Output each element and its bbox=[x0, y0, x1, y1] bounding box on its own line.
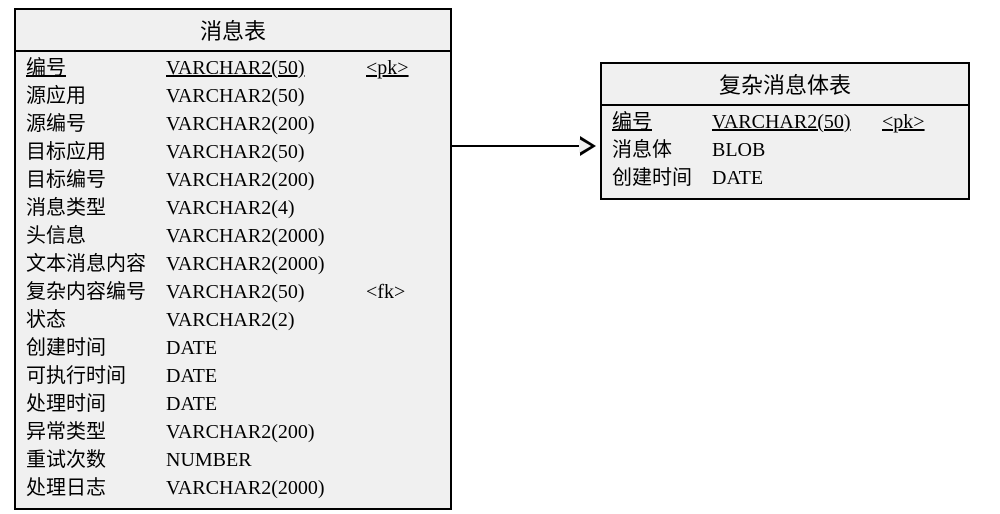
col-name: 编号 bbox=[612, 108, 712, 136]
table-row: 处理日志 VARCHAR2(2000) bbox=[26, 474, 440, 502]
table-row: 复杂内容编号 VARCHAR2(50) <fk> bbox=[26, 278, 440, 306]
relation-line bbox=[452, 145, 582, 147]
entity-message-body: 编号 VARCHAR2(50) <pk> 源应用 VARCHAR2(50) 源编… bbox=[16, 52, 450, 508]
col-type: VARCHAR2(2) bbox=[166, 306, 366, 334]
col-type: VARCHAR2(50) bbox=[712, 108, 882, 136]
table-row: 源编号 VARCHAR2(200) bbox=[26, 110, 440, 138]
col-type: BLOB bbox=[712, 136, 882, 164]
col-name: 消息体 bbox=[612, 136, 712, 164]
col-type: DATE bbox=[166, 334, 366, 362]
entity-message-title: 消息表 bbox=[16, 10, 450, 52]
col-type: VARCHAR2(4) bbox=[166, 194, 366, 222]
col-name: 编号 bbox=[26, 54, 166, 82]
table-row: 目标编号 VARCHAR2(200) bbox=[26, 166, 440, 194]
col-type: VARCHAR2(50) bbox=[166, 82, 366, 110]
col-name: 处理时间 bbox=[26, 390, 166, 418]
col-key: <pk> bbox=[882, 108, 932, 136]
col-type: DATE bbox=[166, 390, 366, 418]
table-row: 文本消息内容 VARCHAR2(2000) bbox=[26, 250, 440, 278]
table-row: 异常类型 VARCHAR2(200) bbox=[26, 418, 440, 446]
table-row: 编号 VARCHAR2(50) <pk> bbox=[26, 54, 440, 82]
col-name: 处理日志 bbox=[26, 474, 166, 502]
entity-complex-body-body: 编号 VARCHAR2(50) <pk> 消息体 BLOB 创建时间 DATE bbox=[602, 106, 968, 198]
col-name: 状态 bbox=[26, 306, 166, 334]
col-type: DATE bbox=[712, 164, 882, 192]
col-type: VARCHAR2(50) bbox=[166, 138, 366, 166]
col-name: 源编号 bbox=[26, 110, 166, 138]
col-name: 目标应用 bbox=[26, 138, 166, 166]
col-type: VARCHAR2(200) bbox=[166, 166, 366, 194]
col-name: 复杂内容编号 bbox=[26, 278, 166, 306]
col-type: VARCHAR2(200) bbox=[166, 418, 366, 446]
table-row: 编号 VARCHAR2(50) <pk> bbox=[612, 108, 958, 136]
col-type: VARCHAR2(200) bbox=[166, 110, 366, 138]
col-type: VARCHAR2(50) bbox=[166, 54, 366, 82]
col-name: 文本消息内容 bbox=[26, 250, 166, 278]
col-name: 消息类型 bbox=[26, 194, 166, 222]
table-row: 消息体 BLOB bbox=[612, 136, 958, 164]
table-row: 创建时间 DATE bbox=[612, 164, 958, 192]
col-name: 可执行时间 bbox=[26, 362, 166, 390]
arrowhead-inner bbox=[579, 139, 591, 153]
col-name: 创建时间 bbox=[26, 334, 166, 362]
table-row: 创建时间 DATE bbox=[26, 334, 440, 362]
col-type: VARCHAR2(2000) bbox=[166, 222, 366, 250]
col-name: 重试次数 bbox=[26, 446, 166, 474]
col-key: <pk> bbox=[366, 54, 426, 82]
table-row: 目标应用 VARCHAR2(50) bbox=[26, 138, 440, 166]
col-name: 创建时间 bbox=[612, 164, 712, 192]
table-row: 头信息 VARCHAR2(2000) bbox=[26, 222, 440, 250]
table-row: 状态 VARCHAR2(2) bbox=[26, 306, 440, 334]
col-key: <fk> bbox=[366, 278, 426, 306]
entity-complex-body-table: 复杂消息体表 编号 VARCHAR2(50) <pk> 消息体 BLOB 创建时… bbox=[600, 62, 970, 200]
col-type: VARCHAR2(2000) bbox=[166, 474, 366, 502]
table-row: 处理时间 DATE bbox=[26, 390, 440, 418]
col-type: VARCHAR2(2000) bbox=[166, 250, 366, 278]
entity-message-table: 消息表 编号 VARCHAR2(50) <pk> 源应用 VARCHAR2(50… bbox=[14, 8, 452, 510]
col-type: DATE bbox=[166, 362, 366, 390]
table-row: 消息类型 VARCHAR2(4) bbox=[26, 194, 440, 222]
col-type: VARCHAR2(50) bbox=[166, 278, 366, 306]
table-row: 可执行时间 DATE bbox=[26, 362, 440, 390]
col-name: 目标编号 bbox=[26, 166, 166, 194]
table-row: 源应用 VARCHAR2(50) bbox=[26, 82, 440, 110]
entity-complex-body-title: 复杂消息体表 bbox=[602, 64, 968, 106]
col-name: 异常类型 bbox=[26, 418, 166, 446]
col-name: 头信息 bbox=[26, 222, 166, 250]
table-row: 重试次数 NUMBER bbox=[26, 446, 440, 474]
col-type: NUMBER bbox=[166, 446, 366, 474]
col-name: 源应用 bbox=[26, 82, 166, 110]
